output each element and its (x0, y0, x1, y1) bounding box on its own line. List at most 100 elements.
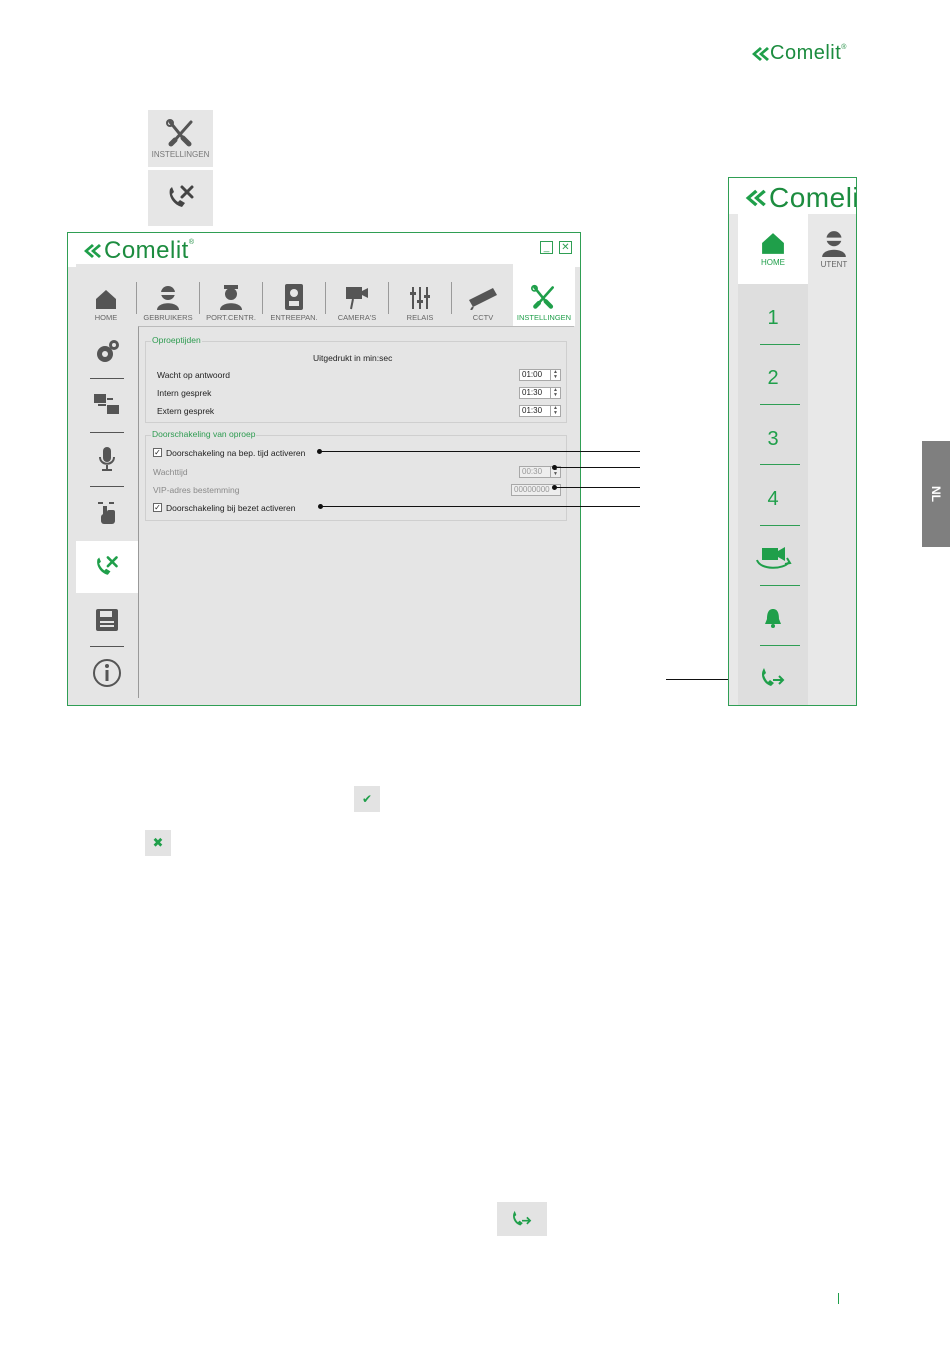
external-call-value: 01:30 (522, 406, 543, 415)
enable-busy-forward-checkbox[interactable]: ✓ (153, 503, 162, 512)
logo-word: Comelit (770, 42, 842, 64)
tab-entrance-panels[interactable]: ENTREEPAN. (263, 264, 325, 326)
settings-tile[interactable]: INSTELLINGEN (148, 110, 213, 167)
call-forward-icon (97, 556, 118, 575)
enable-busy-forward-label: Doorschakeling bij bezet activeren (166, 503, 296, 513)
call-forward-tile[interactable] (148, 170, 213, 226)
window-logo-reg: ® (188, 239, 195, 246)
microphone-icon (99, 447, 115, 471)
tab-porter[interactable]: PORT.CENTR. (200, 264, 262, 326)
footer-divider (838, 1293, 839, 1304)
internal-call-value: 01:30 (522, 388, 543, 397)
language-tab: NL (922, 441, 950, 547)
tab-bar: HOME GEBRUIKERS PORT.CENTR. ENTREEPAN. C… (76, 264, 575, 326)
sidebar-item-audio[interactable] (76, 433, 138, 485)
sidebar-item-screens[interactable] (76, 379, 138, 431)
tab-label: CAMERA'S (337, 313, 377, 322)
phone-key-3[interactable]: 3 (738, 409, 808, 469)
spin-arrows-icon[interactable]: ▲▼ (550, 406, 560, 416)
camera-icon (346, 287, 368, 310)
sidebar-item-forwarding[interactable] (76, 541, 138, 593)
sidebar-item-general[interactable] (76, 326, 138, 378)
tab-label: ENTREEPAN. (270, 313, 318, 322)
wait-time-value: 00:30 (522, 467, 543, 476)
wait-answer-stepper[interactable]: 01:00 ▲ ▼ (519, 369, 561, 381)
touch-icon (98, 502, 115, 524)
settings-window: Comelit ® _ ✕ HOME GEBRUIKERS PORT.CENTR… (67, 232, 581, 706)
relay-icon (410, 287, 430, 309)
call-forward-tile-bottom[interactable] (497, 1202, 547, 1236)
bell-icon (765, 609, 781, 628)
phone-users-tab[interactable]: UTENT (810, 214, 856, 284)
call-times-subtitle: Uitgedrukt in min:sec (313, 353, 393, 363)
call-times-title: Oproeptijden (151, 335, 202, 345)
phone-users-label: UTENT (820, 260, 848, 269)
settings-sidebar (76, 326, 138, 698)
tab-relays[interactable]: RELAIS (389, 264, 451, 326)
entrance-panel-icon (285, 284, 303, 310)
comelit-logo-icon (745, 189, 766, 207)
call-forward-icon (169, 185, 193, 207)
phone-divider (760, 404, 800, 405)
comelit-logo-icon (752, 46, 769, 61)
callout-line (555, 487, 640, 488)
tab-label: HOME (94, 313, 118, 322)
tab-home[interactable]: HOME (76, 264, 136, 326)
wait-answer-label: Wacht op antwoord (157, 370, 230, 380)
external-call-stepper[interactable]: 01:30 ▲ ▼ (519, 405, 561, 417)
tab-label: INSTELLINGEN (516, 313, 572, 322)
phone-key-2[interactable]: 2 (738, 348, 808, 408)
enable-timed-forward-checkbox[interactable]: ✓ (153, 448, 162, 457)
info-icon (93, 659, 121, 687)
tools-icon (165, 119, 192, 147)
camera-cycle-icon (756, 547, 792, 569)
phone-call-forward-button[interactable] (738, 648, 808, 705)
call-forward-icon (761, 668, 785, 686)
confirm-button[interactable]: ✔ (354, 786, 380, 812)
user-icon (157, 286, 179, 310)
phone-camera-cycle-button[interactable] (738, 528, 808, 588)
window-header: Comelit ® _ ✕ (68, 233, 580, 267)
wait-answer-value: 01:00 (522, 370, 543, 379)
callout-line (321, 506, 640, 507)
language-tab-label: NL (929, 486, 943, 502)
sidebar-item-info[interactable] (76, 647, 138, 699)
sidebar-item-save[interactable] (76, 594, 138, 646)
callout-line (555, 467, 640, 468)
tools-icon (531, 284, 554, 309)
tab-users[interactable]: GEBRUIKERS (137, 264, 199, 326)
internal-call-label: Intern gesprek (157, 388, 212, 398)
spin-arrows-icon[interactable]: ▲▼ (550, 388, 560, 398)
phone-panel: Comelit HOME UTENT 1 2 3 4 (728, 177, 857, 706)
tab-label: RELAIS (406, 313, 434, 322)
call-forward-icon (513, 1210, 532, 1226)
gear-icon (97, 340, 119, 362)
settings-tile-label: INSTELLINGEN (151, 150, 210, 159)
home-icon (96, 290, 116, 309)
tab-cameras[interactable]: CAMERA'S (326, 264, 388, 326)
phone-key-4[interactable]: 4 (738, 469, 808, 529)
phone-divider (760, 585, 800, 586)
user-icon (822, 231, 846, 257)
window-logo-word: Comelit (104, 237, 189, 264)
external-call-label: Extern gesprek (157, 406, 215, 416)
spin-arrows-icon[interactable]: ▲▼ (550, 370, 560, 380)
window-logo: Comelit ® (78, 237, 194, 265)
porter-icon (220, 285, 242, 310)
phone-key-1[interactable]: 1 (738, 288, 808, 348)
phone-divider (760, 344, 800, 345)
sidebar-item-touch[interactable] (76, 487, 138, 539)
cancel-button[interactable]: ✖ (145, 830, 171, 856)
wait-time-label: Wachttijd (153, 467, 188, 477)
tab-label: PORT.CENTR. (206, 313, 256, 322)
phone-divider (760, 645, 800, 646)
tab-settings[interactable]: INSTELLINGEN (513, 264, 575, 326)
minimize-button[interactable]: _ (540, 241, 553, 254)
phone-bell-button[interactable] (738, 588, 808, 648)
tab-cctv[interactable]: CCTV (452, 264, 514, 326)
close-button[interactable]: ✕ (559, 241, 572, 254)
phone-divider (760, 525, 800, 526)
internal-call-stepper[interactable]: 01:30 ▲ ▼ (519, 387, 561, 399)
phone-home-button[interactable]: HOME (738, 214, 808, 284)
save-icon (96, 609, 118, 631)
